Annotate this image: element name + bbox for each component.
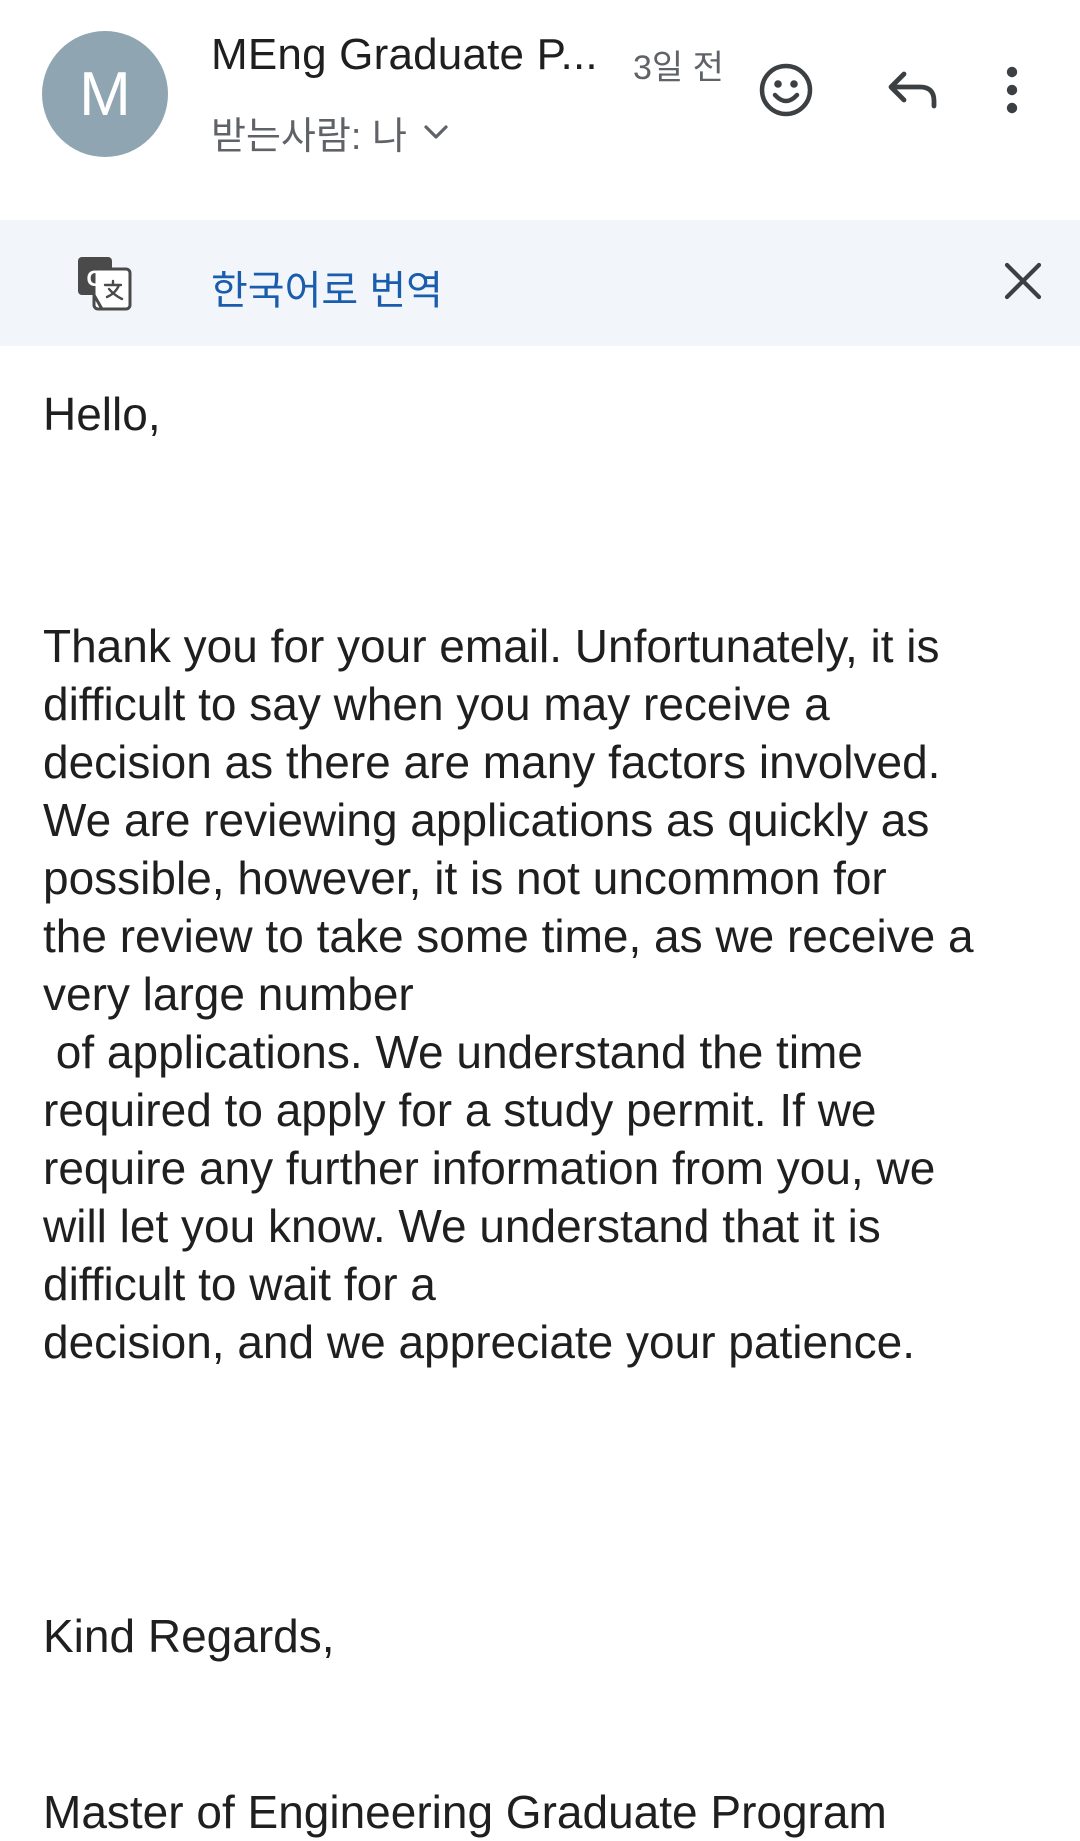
recipient-label: 받는사람: 나 [211, 115, 407, 158]
body-line: will let you know. We understand that it… [43, 1200, 881, 1252]
smiley-face-icon [758, 62, 814, 123]
sent-time: 3일 전 [633, 49, 724, 87]
body-line: required to apply for a study permit. If… [43, 1084, 877, 1136]
body-line: very large number [43, 968, 414, 1020]
sender-name[interactable]: MEng Graduate P... [211, 30, 598, 80]
dismiss-translate-button[interactable] [996, 256, 1050, 310]
body-line: require any further information from you… [43, 1142, 936, 1194]
reply-arrow-icon [886, 68, 940, 117]
chevron-down-icon [421, 117, 451, 147]
close-icon [1003, 261, 1043, 306]
body-line: decision as there are many factors invol… [43, 736, 941, 788]
closing: Kind Regards, [43, 1610, 335, 1662]
body-line: difficult to say when you may receive a [43, 678, 830, 730]
recipient-details-toggle[interactable]: 받는사람: 나 [211, 108, 451, 158]
message-paragraph: Thank you for your email. Unfortunately,… [43, 617, 1053, 1371]
avatar-letter: M [79, 59, 131, 129]
google-translate-icon: G [76, 255, 132, 311]
signature: Master of Engineering Graduate Program [43, 1786, 887, 1838]
body-line: decision, and we appreciate your patienc… [43, 1316, 916, 1368]
body-line: We are reviewing applications as quickly… [43, 794, 930, 846]
body-line: of applications. We understand the time [43, 1026, 863, 1078]
reply-button[interactable] [873, 52, 953, 132]
body-line: the review to take some time, as we rece… [43, 910, 974, 962]
translate-banner: G 한국어로 번역 [0, 220, 1080, 346]
body-line: Thank you for your email. Unfortunately,… [43, 620, 940, 672]
more-options-button[interactable] [982, 52, 1042, 132]
more-vertical-icon [1004, 66, 1020, 119]
translate-to-korean-link[interactable]: 한국어로 번역 [211, 258, 443, 316]
svg-text:G: G [86, 266, 103, 291]
add-reaction-button[interactable] [746, 52, 826, 132]
email-header: M MEng Graduate P... 3일 전 받는사람: 나 [0, 0, 1080, 220]
body-line: difficult to wait for a [43, 1258, 436, 1310]
greeting: Hello, [43, 388, 161, 440]
sender-avatar[interactable]: M [42, 31, 168, 157]
body-line: possible, however, it is not uncommon fo… [43, 852, 887, 904]
